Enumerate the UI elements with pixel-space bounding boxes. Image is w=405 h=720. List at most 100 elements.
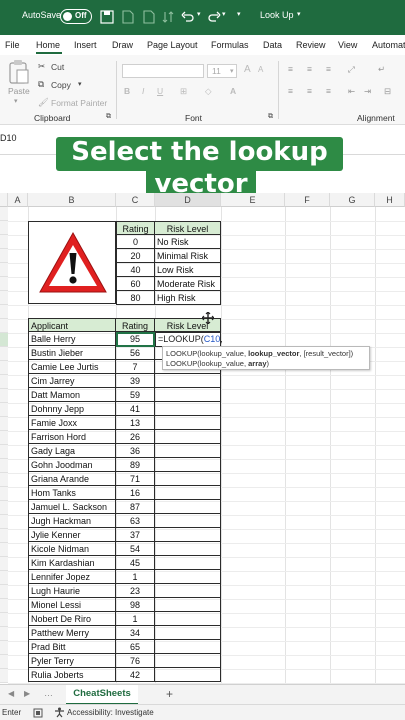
redo-icon[interactable] — [207, 10, 221, 24]
applicant-name-cell[interactable]: Gady Laga — [28, 444, 116, 458]
copy-icon[interactable]: ⧉ — [38, 79, 44, 90]
align-right-icon[interactable]: ≡ — [326, 86, 331, 96]
font-size-dropdown-icon[interactable]: ▾ — [230, 67, 234, 75]
applicant-rating-cell[interactable]: 42 — [116, 668, 155, 682]
applicant-rating-cell[interactable]: 76 — [116, 654, 155, 668]
save-icon[interactable] — [100, 10, 114, 24]
applicant-rating-cell[interactable]: 37 — [116, 528, 155, 542]
title-dropdown-icon[interactable]: ▾ — [297, 10, 301, 18]
row-header[interactable] — [0, 277, 8, 291]
row-header[interactable] — [0, 543, 8, 557]
file-icon[interactable] — [143, 10, 155, 24]
applicant-risk-level-cell[interactable] — [155, 584, 221, 598]
row-header[interactable] — [0, 571, 8, 585]
paste-button-label[interactable]: Paste — [8, 86, 30, 96]
applicant-rating-cell[interactable]: 41 — [116, 402, 155, 416]
applicant-risk-level-cell[interactable] — [155, 626, 221, 640]
customize-toolbar-icon[interactable]: ▾ — [237, 10, 241, 18]
row-header[interactable] — [0, 515, 8, 529]
risk-table-level-cell[interactable]: Low Risk — [155, 263, 221, 277]
applicant-rating-cell[interactable]: 89 — [116, 458, 155, 472]
applicant-name-cell[interactable]: Lennifer Jopez — [28, 570, 116, 584]
copy-button[interactable]: Copy — [51, 80, 71, 90]
row-header[interactable] — [0, 669, 8, 683]
applicant-risk-level-cell[interactable] — [155, 444, 221, 458]
next-sheet-icon[interactable]: ▶ — [24, 689, 30, 698]
borders-icon[interactable]: ⊞ — [180, 86, 187, 97]
applicant-risk-level-cell[interactable] — [155, 402, 221, 416]
applicant-risk-level-cell[interactable] — [155, 388, 221, 402]
applicant-risk-level-cell[interactable] — [155, 640, 221, 654]
bold-icon[interactable]: B — [124, 86, 130, 96]
applicant-rating-cell[interactable]: 71 — [116, 472, 155, 486]
applicant-name-cell[interactable]: Rulia Joberts — [28, 668, 116, 682]
applicant-rating-cell[interactable]: 54 — [116, 542, 155, 556]
applicant-name-cell[interactable]: Prad Bitt — [28, 640, 116, 654]
accessibility-status[interactable]: Accessibility: Investigate — [67, 708, 154, 717]
applicant-risk-level-cell[interactable] — [155, 542, 221, 556]
new-file-icon[interactable] — [122, 10, 134, 24]
paste-icon[interactable] — [8, 59, 30, 85]
accessibility-icon[interactable] — [54, 707, 65, 718]
applicant-risk-level-cell[interactable] — [155, 514, 221, 528]
tab-view[interactable]: View — [338, 40, 357, 50]
row-header[interactable] — [0, 417, 8, 431]
applicant-name-cell[interactable]: Dohnny Jepp — [28, 402, 116, 416]
sheet-tab-cheatsheets[interactable]: CheatSheets — [66, 685, 138, 705]
align-left-icon[interactable]: ≡ — [288, 86, 293, 96]
applicant-risk-level-cell[interactable] — [155, 668, 221, 682]
italic-icon[interactable]: I — [142, 86, 144, 96]
applicant-risk-level-cell[interactable] — [155, 528, 221, 542]
row-header[interactable] — [0, 389, 8, 403]
row-header[interactable] — [0, 361, 8, 375]
applicant-name-cell[interactable]: Jamuel L. Sackson — [28, 500, 116, 514]
font-name-box[interactable] — [122, 64, 204, 78]
row-header[interactable] — [0, 235, 8, 249]
undo-dropdown-icon[interactable]: ▾ — [197, 10, 201, 18]
applicants-header-name[interactable]: Applicant — [28, 318, 116, 332]
applicant-risk-level-cell[interactable] — [155, 570, 221, 584]
applicant-risk-level-cell[interactable] — [155, 598, 221, 612]
tab-insert[interactable]: Insert — [74, 40, 97, 50]
tab-review[interactable]: Review — [296, 40, 326, 50]
redo-dropdown-icon[interactable]: ▾ — [222, 10, 226, 18]
applicant-name-cell[interactable]: Jugh Hackman — [28, 514, 116, 528]
applicant-name-cell[interactable]: Pyler Terry — [28, 654, 116, 668]
font-size-box[interactable]: 11 ▾ — [207, 64, 237, 78]
applicant-rating-cell[interactable]: 45 — [116, 556, 155, 570]
risk-table-header-rating[interactable]: Rating — [116, 221, 155, 235]
applicant-name-cell[interactable]: Cim Jarrey — [28, 374, 116, 388]
applicant-name-cell[interactable]: Kicole Nidman — [28, 542, 116, 556]
row-header[interactable] — [0, 263, 8, 277]
row-header[interactable] — [0, 529, 8, 543]
applicant-risk-level-cell[interactable] — [155, 654, 221, 668]
row-header[interactable] — [0, 207, 8, 221]
applicant-name-cell[interactable]: Bustin Jieber — [28, 346, 116, 360]
document-title[interactable]: Look Up — [260, 10, 294, 20]
risk-table-header-level[interactable]: Risk Level — [155, 221, 221, 235]
applicant-name-cell[interactable]: Hom Tanks — [28, 486, 116, 500]
column-header-h[interactable]: H — [375, 193, 405, 207]
select-all-corner[interactable] — [0, 193, 8, 207]
applicant-name-cell[interactable]: Nobert De Riro — [28, 612, 116, 626]
applicant-name-cell[interactable]: Kim Kardashian — [28, 556, 116, 570]
row-header[interactable] — [0, 333, 8, 347]
row-header[interactable] — [0, 403, 8, 417]
applicant-rating-cell[interactable]: 16 — [116, 486, 155, 500]
underline-icon[interactable]: U — [157, 86, 163, 96]
font-launcher-icon[interactable]: ⧉ — [268, 113, 273, 121]
risk-table-rating-cell[interactable]: 80 — [116, 291, 155, 305]
applicant-rating-cell[interactable]: 59 — [116, 388, 155, 402]
row-header[interactable] — [0, 291, 8, 305]
fill-color-icon[interactable]: ◇ — [205, 86, 212, 97]
row-header[interactable] — [0, 459, 8, 473]
tab-home[interactable]: Home — [36, 40, 60, 50]
applicant-name-cell[interactable]: Farrison Hord — [28, 430, 116, 444]
font-color-icon[interactable]: A — [230, 86, 236, 96]
risk-table-level-cell[interactable]: Moderate Risk — [155, 277, 221, 291]
cut-icon[interactable]: ✂ — [38, 61, 45, 72]
applicant-risk-level-cell[interactable] — [155, 430, 221, 444]
sheet-more-icon[interactable]: … — [44, 688, 53, 698]
row-header[interactable] — [0, 473, 8, 487]
column-header-f[interactable]: F — [285, 193, 330, 207]
